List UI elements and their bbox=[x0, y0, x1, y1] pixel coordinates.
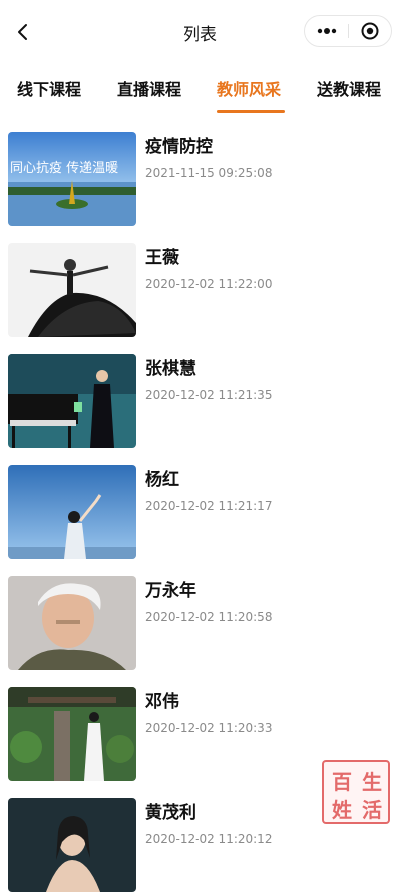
item-date: 2020-12-02 11:20:58 bbox=[145, 610, 273, 624]
item-date: 2020-12-02 11:21:17 bbox=[145, 499, 273, 513]
more-options-icon[interactable] bbox=[305, 16, 349, 46]
item-title: 杨红 bbox=[145, 470, 179, 490]
tab-teacher-showcase[interactable]: 教师风采 bbox=[217, 76, 281, 100]
thumbnail-caption: 同心抗疫 传递温暖 bbox=[10, 160, 118, 176]
thumbnail-image bbox=[8, 243, 136, 337]
close-miniprogram-icon[interactable] bbox=[349, 16, 391, 46]
stamp-char: 生 bbox=[362, 770, 382, 794]
item-title: 疫情防控 bbox=[145, 137, 213, 157]
list-item[interactable]: 同心抗疫 传递温暖 疫情防控 2021-11-15 09:25:08 bbox=[0, 120, 400, 230]
item-title: 万永年 bbox=[145, 581, 196, 601]
tab-offline-courses[interactable]: 线下课程 bbox=[17, 76, 81, 100]
item-date: 2020-12-02 11:21:35 bbox=[145, 388, 273, 402]
thumbnail-image bbox=[8, 798, 136, 892]
thumbnail-image bbox=[8, 465, 136, 559]
thumbnail-image: 同心抗疫 传递温暖 bbox=[8, 132, 136, 226]
stamp-char: 活 bbox=[362, 798, 382, 822]
stamp-char: 百 bbox=[332, 770, 352, 794]
tab-live-courses[interactable]: 直播课程 bbox=[117, 76, 181, 100]
active-tab-indicator bbox=[217, 110, 285, 113]
list-item[interactable]: 王薇 2020-12-02 11:22:00 bbox=[0, 231, 400, 341]
item-title: 张棋慧 bbox=[145, 359, 196, 379]
tab-outreach-courses[interactable]: 送教课程 bbox=[317, 76, 381, 100]
menu-capsule bbox=[304, 15, 392, 47]
list-item[interactable]: 杨红 2020-12-02 11:21:17 bbox=[0, 453, 400, 563]
item-date: 2020-12-02 11:22:00 bbox=[145, 277, 273, 291]
item-title: 王薇 bbox=[145, 248, 179, 268]
thumbnail-image bbox=[8, 687, 136, 781]
list-item[interactable]: 张棋慧 2020-12-02 11:21:35 bbox=[0, 342, 400, 452]
thumbnail-image bbox=[8, 576, 136, 670]
thumbnail-image bbox=[8, 354, 136, 448]
list-item[interactable]: 万永年 2020-12-02 11:20:58 bbox=[0, 564, 400, 674]
category-tabs: 线下课程 直播课程 教师风采 送教课程 bbox=[0, 64, 400, 114]
stamp-char: 姓 bbox=[332, 798, 352, 822]
watermark-stamp-logo: 百 生 姓 活 bbox=[322, 760, 390, 824]
navigation-bar: 列表 bbox=[0, 0, 400, 64]
item-title: 邓伟 bbox=[145, 692, 179, 712]
item-date: 2020-12-02 11:20:33 bbox=[145, 721, 273, 735]
item-date: 2021-11-15 09:25:08 bbox=[145, 166, 273, 180]
item-title: 黄茂利 bbox=[145, 803, 196, 823]
